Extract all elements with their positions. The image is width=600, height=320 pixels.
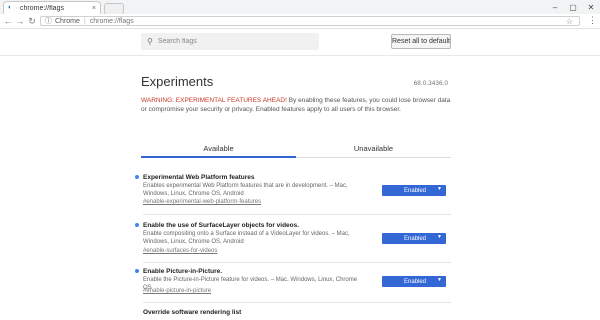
active-tab-indicator — [141, 156, 296, 158]
browser-toolbar: ← → ↻ ⓘ Chrome | chrome://flags ☆ ⋮ — [0, 14, 600, 29]
flag-state-select[interactable]: Enabled ▼ — [382, 276, 446, 287]
reload-icon[interactable]: ↻ — [27, 15, 37, 27]
version-label: 68.0.3436.0 — [413, 80, 448, 87]
flag-name: Override software rendering list — [143, 309, 242, 316]
flag-separator — [143, 214, 451, 215]
flag-anchor-link[interactable]: #enable-experimental-web-platform-featur… — [143, 199, 261, 205]
warning-heading: WARNING: EXPERIMENTAL FEATURES AHEAD! — [141, 97, 287, 104]
flag-separator — [143, 262, 451, 263]
flag-state-value: Enabled — [404, 278, 427, 285]
flag-state-value: Enabled — [404, 187, 427, 194]
flag-state-select[interactable]: Enabled ▼ — [382, 185, 446, 196]
site-info-icon[interactable]: ⓘ — [45, 16, 52, 26]
url-text: chrome://flags — [89, 17, 134, 25]
flag-indicator-icon — [135, 175, 139, 179]
flag-indicator-icon — [135, 269, 139, 273]
flag-name: Enable the use of SurfaceLayer objects f… — [143, 222, 300, 229]
dropdown-arrow-icon: ▼ — [437, 277, 442, 283]
flag-anchor-link[interactable]: #enable-surfaces-for-videos — [143, 248, 217, 254]
warning-text: WARNING: EXPERIMENTAL FEATURES AHEAD! By… — [141, 96, 451, 114]
browser-titlebar: ◐ chrome://flags × – ▢ ✕ — [0, 0, 600, 15]
flag-description: Enable compositing onto a Surface instea… — [143, 231, 350, 245]
browser-menu-icon[interactable]: ⋮ — [588, 15, 597, 26]
reset-all-button[interactable]: Reset all to default — [391, 34, 451, 49]
page-title: Experiments — [141, 74, 214, 89]
address-bar[interactable]: ⓘ Chrome | chrome://flags ☆ — [40, 16, 580, 26]
flag-separator — [143, 302, 451, 303]
bookmark-star-icon[interactable]: ☆ — [566, 17, 573, 26]
flags-tabs: Available Unavailable — [141, 139, 451, 158]
back-icon[interactable]: ← — [3, 15, 13, 27]
tab-unavailable[interactable]: Unavailable — [296, 139, 451, 157]
dropdown-arrow-icon: ▼ — [437, 186, 442, 192]
flag-anchor-link[interactable]: #enable-picture-in-picture — [143, 288, 211, 294]
dropdown-arrow-icon: ▼ — [437, 234, 442, 240]
search-box[interactable]: ⚲ — [141, 33, 319, 50]
flag-state-select[interactable]: Enabled ▼ — [382, 233, 446, 244]
header-divider — [0, 55, 600, 56]
flag-indicator-icon — [135, 223, 139, 227]
browser-tab[interactable]: ◐ chrome://flags × — [3, 1, 101, 14]
tab-title: chrome://flags — [20, 4, 64, 12]
flag-name: Enable Picture-in-Picture. — [143, 268, 223, 275]
forward-icon[interactable]: → — [15, 15, 25, 27]
site-label: Chrome — [55, 17, 80, 25]
minimize-icon[interactable]: – — [546, 0, 564, 14]
search-icon: ⚲ — [147, 37, 153, 46]
flag-name: Experimental Web Platform features — [143, 174, 255, 181]
chrome-favicon-icon: ◐ — [8, 4, 13, 11]
tab-close-icon[interactable]: × — [92, 5, 96, 12]
maximize-icon[interactable]: ▢ — [564, 0, 582, 14]
search-input[interactable] — [157, 38, 308, 45]
omnibox-separator: | — [83, 17, 86, 25]
tab-available[interactable]: Available — [141, 139, 296, 157]
flag-state-value: Enabled — [404, 235, 427, 242]
window-close-icon[interactable]: ✕ — [582, 0, 600, 14]
flag-description: Enables experimental Web Platform featur… — [143, 183, 348, 197]
